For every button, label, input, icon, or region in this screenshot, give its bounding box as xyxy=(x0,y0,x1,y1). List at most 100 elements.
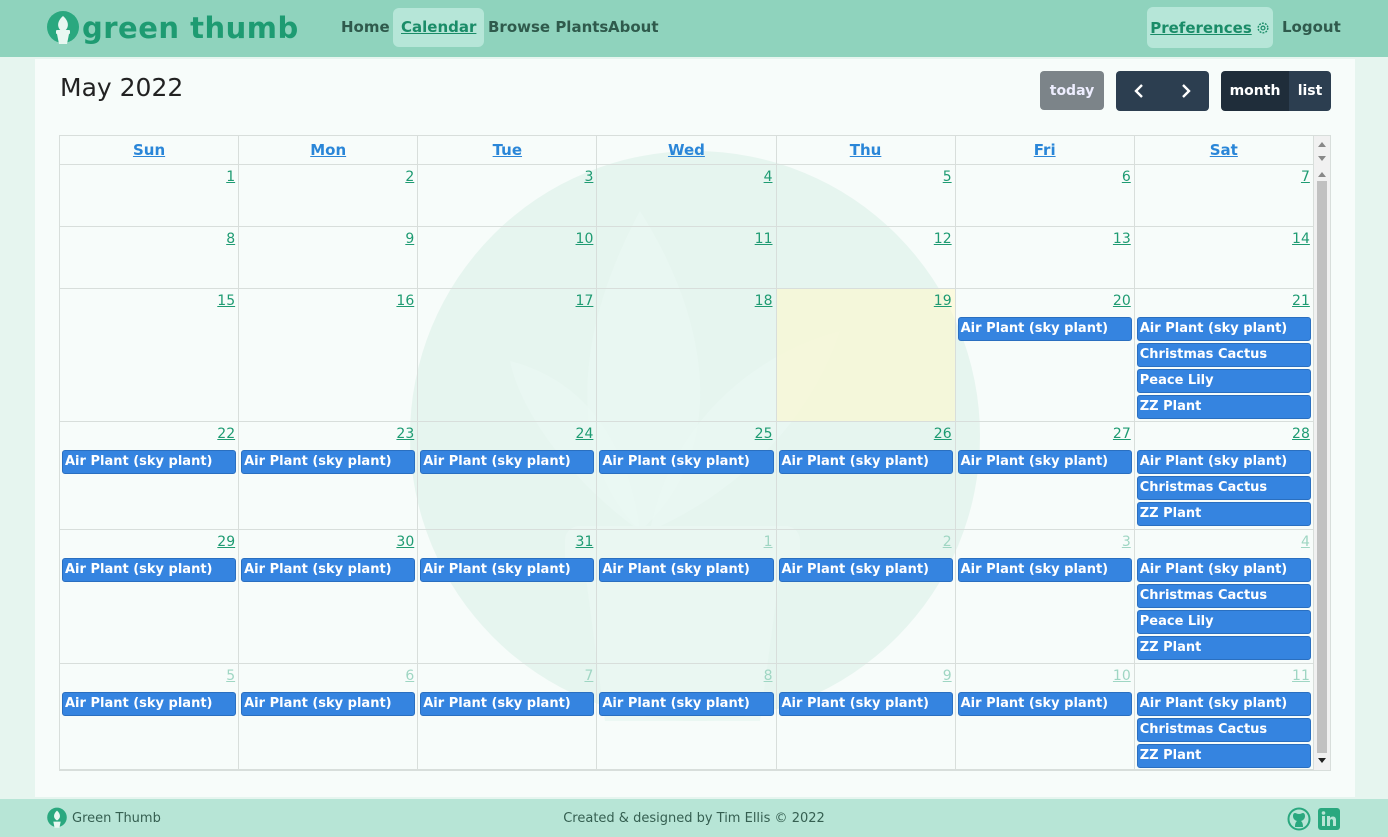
scroll-down-arrow-icon[interactable] xyxy=(1318,758,1326,763)
calendar-day[interactable]: 5 Air Plant (sky plant) xyxy=(60,664,240,769)
day-number-link[interactable]: 3 xyxy=(1122,534,1131,550)
calendar-event[interactable]: Air Plant (sky plant) xyxy=(957,450,1132,474)
calendar-event[interactable]: Air Plant (sky plant) xyxy=(241,558,416,582)
calendar-event[interactable]: ZZ Plant xyxy=(1136,395,1311,419)
calendar-day[interactable]: 22 Air Plant (sky plant) xyxy=(60,422,240,529)
day-number-link[interactable]: 13 xyxy=(1113,231,1131,247)
calendar-day-today[interactable]: 19 xyxy=(776,289,956,421)
linkedin-icon[interactable] xyxy=(1317,807,1341,831)
calendar-event[interactable]: Christmas Cactus xyxy=(1136,584,1311,608)
scroll-up-arrow-icon[interactable] xyxy=(1318,142,1326,147)
day-number-link[interactable]: 7 xyxy=(1301,169,1310,185)
day-number-link[interactable]: 2 xyxy=(405,169,414,185)
day-number-link[interactable]: 15 xyxy=(217,293,235,309)
day-number-link[interactable]: 19 xyxy=(934,293,952,309)
day-number-link[interactable]: 18 xyxy=(755,293,773,309)
calendar-event[interactable]: Air Plant (sky plant) xyxy=(241,450,416,474)
calendar-event[interactable]: Air Plant (sky plant) xyxy=(1136,558,1311,582)
calendar-day[interactable]: 31 Air Plant (sky plant) xyxy=(418,530,598,663)
day-number-link[interactable]: 4 xyxy=(764,169,773,185)
calendar-day[interactable]: 11 Air Plant (sky plant) Christmas Cactus Z… xyxy=(1135,664,1314,769)
day-number-link[interactable]: 4 xyxy=(1301,534,1310,550)
preferences-button[interactable]: Preferences xyxy=(1147,7,1273,48)
calendar-day[interactable]: 15 xyxy=(60,289,240,421)
calendar-event[interactable]: Christmas Cactus xyxy=(1136,718,1311,742)
calendar-day[interactable]: 3 Air Plant (sky plant) xyxy=(956,530,1135,663)
calendar-event[interactable]: Air Plant (sky plant) xyxy=(599,692,774,716)
day-number-link[interactable]: 11 xyxy=(1292,668,1310,684)
day-number-link[interactable]: 12 xyxy=(934,231,952,247)
calendar-day[interactable]: 29 Air Plant (sky plant) xyxy=(60,530,240,663)
calendar-day[interactable]: 8 Air Plant (sky plant) xyxy=(597,664,777,769)
day-number-link[interactable]: 26 xyxy=(934,426,952,442)
day-number-link[interactable]: 30 xyxy=(396,534,414,550)
day-number-link[interactable]: 11 xyxy=(755,231,773,247)
day-number-link[interactable]: 28 xyxy=(1292,426,1310,442)
calendar-day[interactable]: 3 xyxy=(418,165,598,226)
calendar-event[interactable]: Air Plant (sky plant) xyxy=(1136,450,1311,474)
calendar-event[interactable]: ZZ Plant xyxy=(1136,744,1311,768)
calendar-day[interactable]: 2 xyxy=(239,165,419,226)
calendar-event[interactable]: Air Plant (sky plant) xyxy=(62,692,237,716)
calendar-day[interactable]: 27 Air Plant (sky plant) xyxy=(956,422,1135,529)
calendar-event[interactable]: Air Plant (sky plant) xyxy=(62,450,237,474)
calendar-day[interactable]: 11 xyxy=(597,227,777,288)
calendar-event[interactable]: Air Plant (sky plant) xyxy=(957,558,1132,582)
day-number-link[interactable]: 14 xyxy=(1292,231,1310,247)
calendar-event[interactable]: Air Plant (sky plant) xyxy=(957,317,1132,341)
prev-month-button[interactable] xyxy=(1116,71,1163,111)
day-number-link[interactable]: 17 xyxy=(576,293,594,309)
view-month-button[interactable]: month xyxy=(1221,71,1289,111)
calendar-event[interactable]: Air Plant (sky plant) xyxy=(420,450,595,474)
calendar-event[interactable]: Christmas Cactus xyxy=(1136,343,1311,367)
day-number-link[interactable]: 24 xyxy=(576,426,594,442)
day-number-link[interactable]: 31 xyxy=(576,534,594,550)
weekday-tue[interactable]: Tue xyxy=(418,136,598,164)
calendar-day[interactable]: 10 xyxy=(418,227,598,288)
calendar-day[interactable]: 6 Air Plant (sky plant) xyxy=(239,664,419,769)
calendar-event[interactable]: Air Plant (sky plant) xyxy=(778,450,953,474)
nav-about[interactable]: About xyxy=(600,8,667,47)
calendar-day[interactable]: 21 Air Plant (sky plant) Christmas Cactus P… xyxy=(1135,289,1314,421)
day-number-link[interactable]: 8 xyxy=(226,231,235,247)
scroll-up-arrow-icon[interactable] xyxy=(1318,172,1326,177)
calendar-day[interactable]: 13 xyxy=(956,227,1135,288)
day-number-link[interactable]: 8 xyxy=(764,668,773,684)
day-number-link[interactable]: 6 xyxy=(405,668,414,684)
calendar-day[interactable]: 9 Air Plant (sky plant) xyxy=(777,664,956,769)
calendar-day[interactable]: 24 Air Plant (sky plant) xyxy=(418,422,598,529)
day-number-link[interactable]: 7 xyxy=(584,668,593,684)
calendar-event[interactable]: Air Plant (sky plant) xyxy=(1136,317,1311,341)
calendar-event[interactable]: Air Plant (sky plant) xyxy=(778,558,953,582)
today-button[interactable]: today xyxy=(1040,71,1104,110)
day-number-link[interactable]: 16 xyxy=(396,293,414,309)
scroll-thumb[interactable] xyxy=(1317,181,1327,753)
weekday-wed[interactable]: Wed xyxy=(597,136,777,164)
weekday-thu[interactable]: Thu xyxy=(777,136,956,164)
calendar-event[interactable]: Air Plant (sky plant) xyxy=(420,558,595,582)
calendar-day[interactable]: 8 xyxy=(60,227,240,288)
day-number-link[interactable]: 1 xyxy=(226,169,235,185)
calendar-day[interactable]: 12 xyxy=(777,227,956,288)
day-number-link[interactable]: 9 xyxy=(943,668,952,684)
calendar-day[interactable]: 14 xyxy=(1135,227,1314,288)
calendar-event[interactable]: Air Plant (sky plant) xyxy=(599,558,774,582)
weekday-fri[interactable]: Fri xyxy=(956,136,1135,164)
calendar-day[interactable]: 7 xyxy=(1135,165,1314,226)
nav-browse-plants[interactable]: Browse Plants xyxy=(480,8,616,47)
calendar-day[interactable]: 4 xyxy=(597,165,777,226)
calendar-event[interactable]: Peace Lily xyxy=(1136,610,1311,634)
weekday-sat[interactable]: Sat xyxy=(1135,136,1314,164)
calendar-day[interactable]: 20 Air Plant (sky plant) xyxy=(956,289,1135,421)
calendar-event[interactable]: Air Plant (sky plant) xyxy=(420,692,595,716)
calendar-day[interactable]: 9 xyxy=(239,227,419,288)
calendar-event[interactable]: Air Plant (sky plant) xyxy=(1136,692,1311,716)
calendar-event[interactable]: Peace Lily xyxy=(1136,369,1311,393)
day-number-link[interactable]: 3 xyxy=(584,169,593,185)
calendar-scrollbar[interactable] xyxy=(1314,136,1330,770)
scroll-down-arrow-icon[interactable] xyxy=(1318,156,1326,161)
next-month-button[interactable] xyxy=(1163,71,1210,111)
day-number-link[interactable]: 2 xyxy=(943,534,952,550)
brand-link[interactable]: green thumb xyxy=(46,9,299,47)
calendar-event[interactable]: Air Plant (sky plant) xyxy=(778,692,953,716)
